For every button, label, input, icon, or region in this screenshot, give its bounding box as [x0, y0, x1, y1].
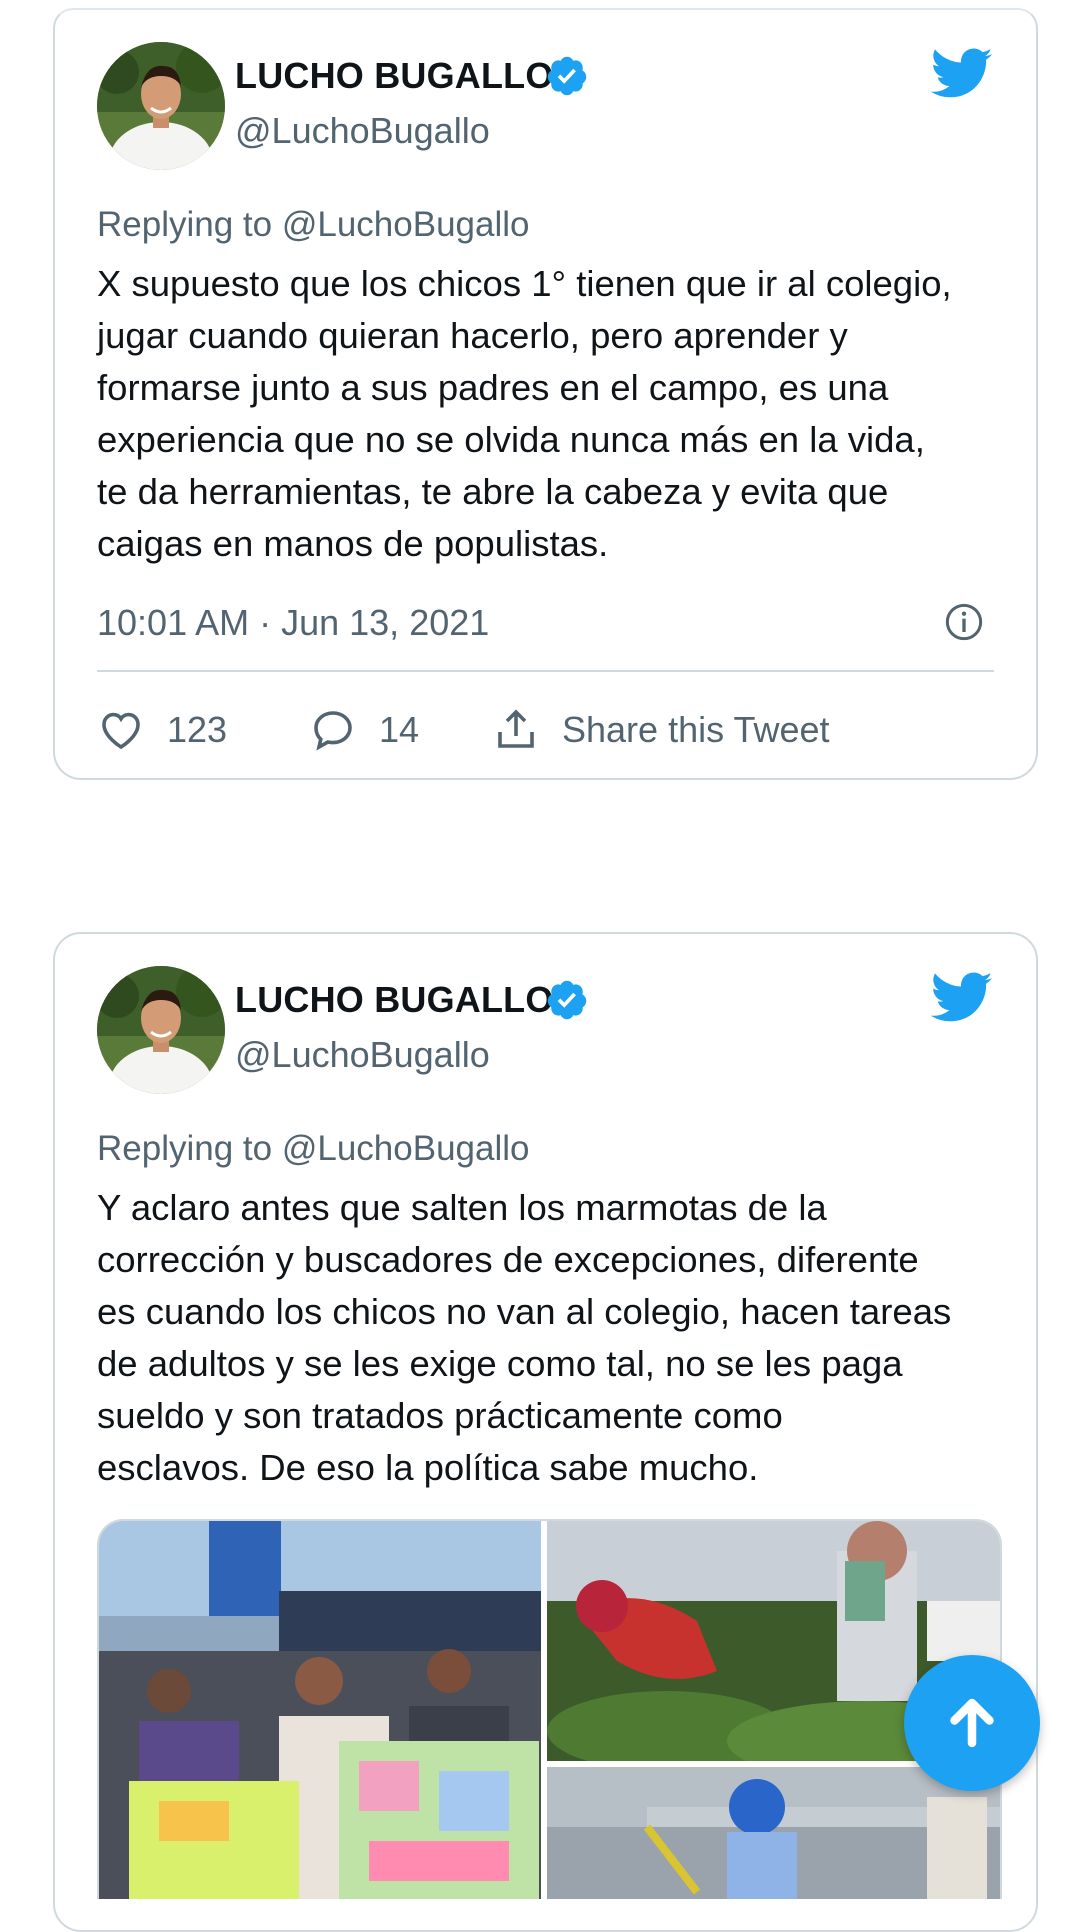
- replying-to: Replying to @LuchoBugallo: [97, 1129, 530, 1169]
- avatar[interactable]: [97, 966, 225, 1094]
- author-name[interactable]: LUCHO BUGALLO: [235, 55, 554, 97]
- replying-to-label: Replying to: [97, 1129, 273, 1168]
- tweet-text-line: formarse junto a sus padres en el campo,…: [97, 367, 889, 408]
- media-image-child[interactable]: [547, 1767, 1000, 1899]
- share-button[interactable]: Share this Tweet: [492, 700, 830, 760]
- tweet-text: X supuesto que los chicos 1° tienen que …: [97, 258, 1002, 570]
- tweet-text-line: sueldo y son tratados prácticamente como: [97, 1395, 783, 1436]
- scroll-to-top-button[interactable]: [904, 1655, 1040, 1791]
- tweet-card[interactable]: LUCHO BUGALLO @LuchoBugallo Replying to …: [53, 8, 1038, 780]
- author-handle[interactable]: @LuchoBugallo: [235, 110, 490, 152]
- tweet-text-line: te da herramientas, te abre la cabeza y …: [97, 471, 889, 512]
- like-button[interactable]: 123: [97, 700, 227, 760]
- author-name[interactable]: LUCHO BUGALLO: [235, 979, 554, 1021]
- divider: [97, 670, 994, 672]
- arrow-up-icon: [950, 1698, 994, 1748]
- info-icon[interactable]: [944, 602, 984, 642]
- reply-button[interactable]: 14: [309, 700, 419, 760]
- share-label: Share this Tweet: [562, 709, 830, 750]
- tweet-card[interactable]: LUCHO BUGALLO @LuchoBugallo Replying to …: [53, 932, 1038, 1932]
- verified-badge-icon: [547, 980, 587, 1020]
- tweet-text-line: Y aclaro antes que salten los marmotas d…: [97, 1187, 827, 1228]
- verified-badge-icon: [547, 56, 587, 96]
- tweet-text: Y aclaro antes que salten los marmotas d…: [97, 1182, 1002, 1494]
- replying-to-handle[interactable]: @LuchoBugallo: [282, 205, 530, 244]
- tweet-text-line: de adultos y se les exige como tal, no s…: [97, 1343, 903, 1384]
- author-handle[interactable]: @LuchoBugallo: [235, 1034, 490, 1076]
- tweet-text-line: corrección y buscadores de excepciones, …: [97, 1239, 919, 1280]
- tweet-text-line: jugar cuando quieran hacerlo, pero apren…: [97, 315, 848, 356]
- tweet-text-line: X supuesto que los chicos 1° tienen que …: [97, 263, 952, 304]
- tweet-text-line: es cuando los chicos no van al colegio, …: [97, 1291, 952, 1332]
- media-image-protest[interactable]: [99, 1521, 541, 1899]
- reply-bubble-icon: [314, 711, 352, 751]
- share-icon: [498, 709, 534, 748]
- replying-to-label: Replying to: [97, 205, 273, 244]
- tweet-timestamp[interactable]: 10:01 AM · Jun 13, 2021: [97, 602, 489, 644]
- twitter-bird-icon[interactable]: [930, 48, 994, 100]
- media-grid: [97, 1519, 1002, 1899]
- twitter-bird-icon[interactable]: [930, 972, 994, 1024]
- tweet-text-line: esclavos. De eso la política sabe mucho.: [97, 1447, 759, 1488]
- tweet-text-line: experiencia que no se olvida nunca más e…: [97, 419, 925, 460]
- replying-to: Replying to @LuchoBugallo: [97, 205, 530, 245]
- reply-count: 14: [379, 709, 420, 750]
- tweet-text-line: caigas en manos de populistas.: [97, 523, 609, 564]
- like-count: 123: [167, 709, 228, 750]
- avatar[interactable]: [97, 42, 225, 170]
- heart-icon: [102, 712, 140, 750]
- tweet-actions: 123 14 Share this Tweet: [97, 700, 997, 760]
- replying-to-handle[interactable]: @LuchoBugallo: [282, 1129, 530, 1168]
